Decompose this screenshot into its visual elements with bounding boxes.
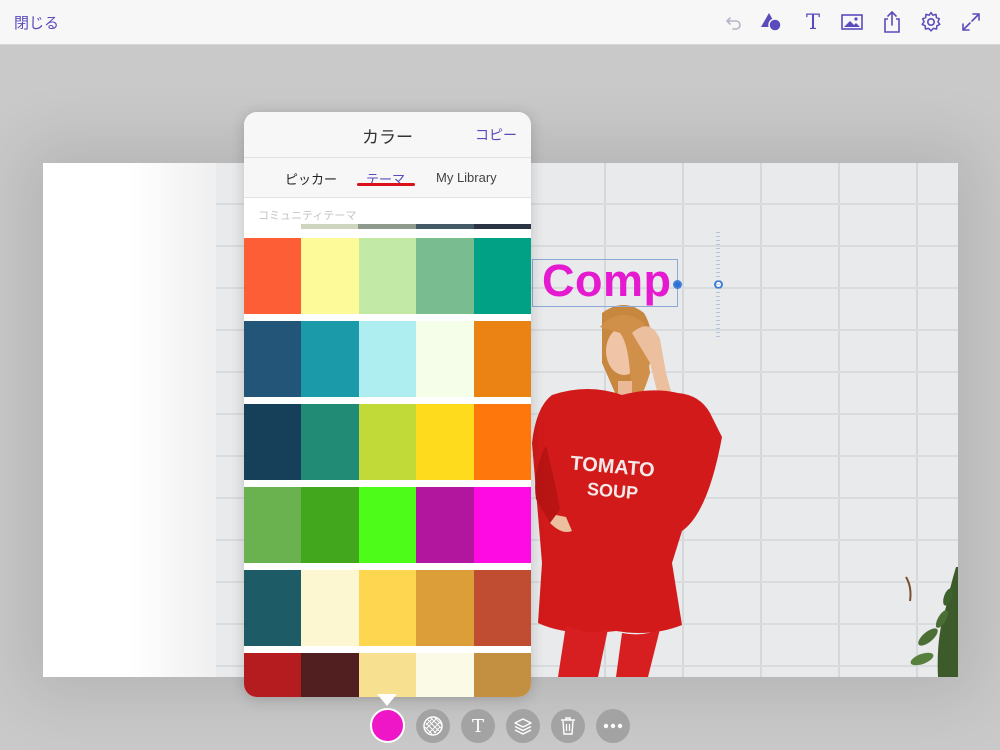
color-swatch[interactable] — [416, 570, 475, 646]
color-panel-tabs: ピッカー テーマ My Library — [244, 158, 531, 198]
theme-row[interactable] — [244, 570, 531, 646]
color-swatch[interactable] — [244, 404, 301, 480]
color-swatch[interactable] — [300, 570, 359, 646]
layers-icon[interactable] — [506, 709, 540, 743]
color-swatch[interactable] — [416, 238, 475, 314]
spacing-ruler[interactable] — [716, 232, 720, 338]
color-swatch[interactable] — [244, 653, 301, 697]
shapes-icon[interactable] — [760, 10, 784, 34]
color-swatch[interactable] — [474, 404, 531, 480]
text-icon[interactable]: T — [801, 10, 825, 34]
trash-icon[interactable] — [551, 709, 585, 743]
color-swatch[interactable] — [474, 238, 531, 314]
color-panel: カラー コピー ピッカー テーマ My Library コミュニティテーマ — [244, 112, 531, 697]
color-swatch[interactable] — [474, 653, 531, 697]
color-swatch[interactable] — [358, 570, 417, 646]
color-swatch[interactable] — [416, 321, 475, 397]
share-icon[interactable] — [880, 10, 904, 34]
color-swatch[interactable] — [358, 238, 417, 314]
color-swatch[interactable] — [300, 404, 359, 480]
community-themes-label: コミュニティテーマ — [258, 209, 357, 222]
color-swatch-button[interactable] — [370, 708, 405, 743]
close-button[interactable]: 閉じる — [14, 12, 59, 33]
color-swatch[interactable] — [358, 653, 417, 697]
active-tab-indicator — [357, 183, 415, 186]
top-toolbar: 閉じる T — [0, 0, 1000, 45]
color-swatch[interactable] — [416, 404, 475, 480]
copy-button[interactable]: コピー — [475, 125, 517, 145]
color-swatch[interactable] — [244, 321, 301, 397]
image-icon[interactable] — [840, 10, 864, 34]
undo-icon[interactable] — [722, 10, 746, 34]
color-swatch[interactable] — [300, 653, 359, 697]
tab-picker[interactable]: ピッカー — [285, 169, 337, 188]
settings-icon[interactable] — [919, 10, 943, 34]
color-swatch[interactable] — [416, 224, 474, 229]
color-swatch[interactable] — [358, 224, 416, 229]
fullscreen-icon[interactable] — [959, 10, 983, 34]
color-swatch[interactable] — [244, 487, 301, 563]
color-panel-header: カラー コピー — [244, 112, 531, 158]
theme-row[interactable] — [244, 487, 531, 563]
color-swatch[interactable] — [474, 487, 531, 563]
color-swatch[interactable] — [416, 653, 475, 697]
color-swatch[interactable] — [300, 238, 359, 314]
color-swatch[interactable] — [300, 487, 359, 563]
color-swatch[interactable] — [301, 224, 358, 229]
artboard-white-area[interactable] — [43, 163, 216, 677]
theme-row[interactable] — [244, 238, 531, 314]
theme-row[interactable] — [301, 224, 531, 229]
color-panel-pointer — [377, 694, 397, 706]
person-image: TOMATO SOUP — [532, 305, 722, 677]
pattern-icon[interactable] — [416, 709, 450, 743]
color-swatch[interactable] — [474, 570, 531, 646]
text-style-icon[interactable]: T — [461, 709, 495, 743]
color-swatch[interactable] — [300, 321, 359, 397]
plant-image — [905, 567, 958, 677]
color-swatch[interactable] — [474, 224, 531, 229]
color-swatch[interactable] — [244, 570, 301, 646]
theme-row[interactable] — [244, 653, 531, 697]
color-swatch[interactable] — [474, 321, 531, 397]
theme-row[interactable] — [244, 404, 531, 480]
theme-row[interactable] — [244, 321, 531, 397]
color-swatch[interactable] — [416, 487, 475, 563]
color-swatch[interactable] — [358, 404, 417, 480]
color-swatch[interactable] — [358, 321, 417, 397]
color-swatch[interactable] — [244, 238, 301, 314]
tab-my-library[interactable]: My Library — [436, 170, 497, 185]
resize-handle[interactable] — [673, 280, 682, 289]
canvas-text[interactable]: Comp — [542, 255, 672, 307]
more-icon[interactable] — [596, 709, 630, 743]
color-swatch[interactable] — [358, 487, 417, 563]
